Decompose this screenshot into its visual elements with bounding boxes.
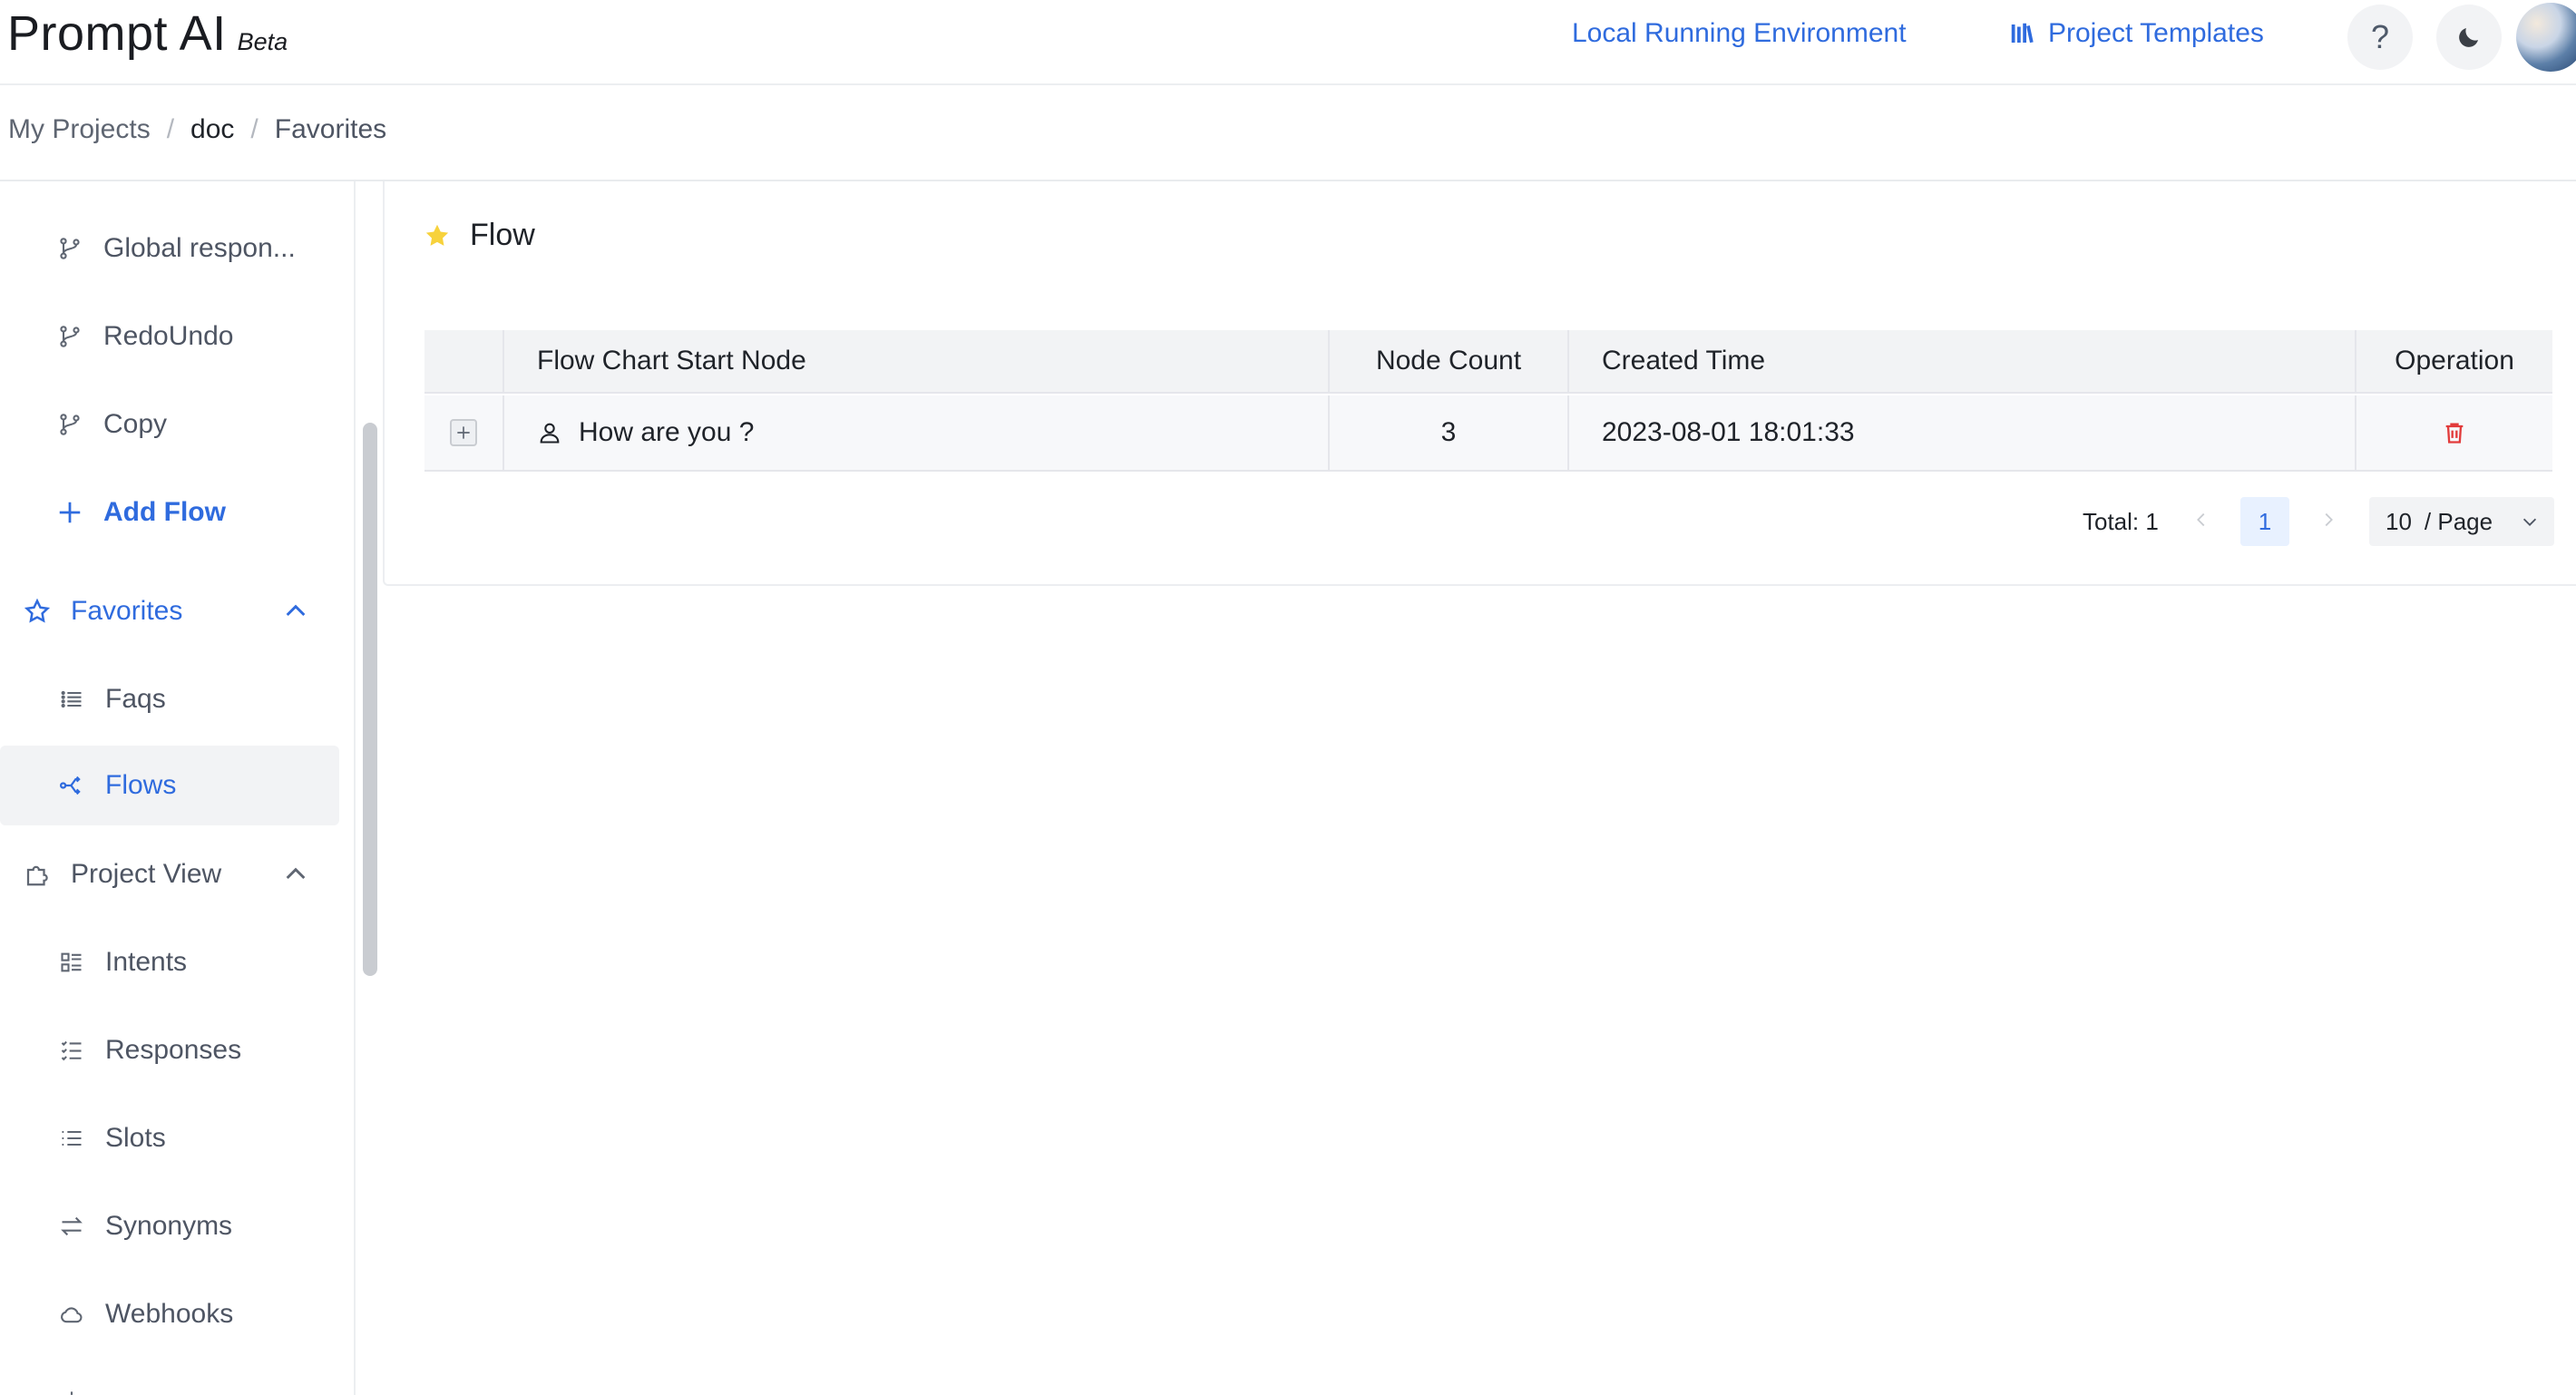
flow-icon: [58, 772, 85, 799]
user-avatar[interactable]: [2516, 3, 2576, 72]
project-templates-link[interactable]: Project Templates: [2008, 18, 2264, 49]
sidebar-group-favorites[interactable]: Favorites: [0, 571, 339, 651]
start-node-text[interactable]: How are you ?: [579, 417, 754, 448]
sidebar-group-project-view[interactable]: Project View: [0, 834, 339, 914]
help-icon: ?: [2370, 18, 2390, 55]
branch-icon: [56, 411, 83, 438]
branch-icon: [56, 235, 83, 262]
page-size-unit: / Page: [2424, 507, 2493, 535]
expand-row-button[interactable]: [450, 419, 477, 446]
sidebar-item-partial[interactable]: [0, 1362, 339, 1395]
sidebar-item-redoundo[interactable]: RedoUndo: [0, 297, 339, 376]
start-node-cell: How are you ?: [504, 395, 1330, 470]
card-title-text: Flow: [470, 218, 535, 252]
breadcrumb-separator: /: [166, 114, 175, 144]
star-outline-icon: [24, 598, 51, 625]
table-row[interactable]: How are you ? 3 2023-08-01 18:01:33: [424, 395, 2552, 472]
local-env-link[interactable]: Local Running Environment: [1572, 18, 1907, 49]
sidebar-item-slots[interactable]: Slots: [0, 1098, 339, 1178]
synonyms-icon: [58, 1213, 85, 1240]
breadcrumb-favorites: Favorites: [274, 114, 387, 144]
gear-icon: [58, 1389, 85, 1395]
sidebar-item-faqs[interactable]: Faqs: [0, 659, 339, 739]
add-flow-label: Add Flow: [103, 497, 226, 527]
column-header: Created Time: [1569, 330, 2356, 392]
pagination-prev-button[interactable]: [2191, 508, 2211, 536]
local-env-label: Local Running Environment: [1572, 18, 1907, 48]
sidebar-item-responses[interactable]: Responses: [0, 1010, 339, 1090]
help-button[interactable]: ?: [2347, 5, 2413, 70]
column-header: Node Count: [1330, 330, 1569, 392]
intents-icon: [58, 949, 85, 976]
puzzle-icon: [24, 861, 51, 888]
sidebar-item-label: Global respon...: [103, 233, 296, 263]
sidebar-item-label: Synonyms: [105, 1211, 233, 1241]
sidebar-item-label: Copy: [103, 409, 168, 439]
sidebar-item-copy[interactable]: Copy: [0, 385, 339, 464]
breadcrumb: My Projects / doc / Favorites: [8, 114, 386, 145]
sidebar-item-webhooks[interactable]: Webhooks: [0, 1274, 339, 1354]
sidebar-group-label: Favorites: [71, 596, 183, 626]
theme-toggle-button[interactable]: [2436, 5, 2502, 70]
library-icon: [2008, 20, 2035, 47]
sidebar-item-label: Intents: [105, 947, 188, 977]
beta-badge: Beta: [237, 28, 288, 55]
chevron-down-icon: [2520, 512, 2540, 532]
moon-icon: [2455, 24, 2483, 51]
slots-icon: [58, 1125, 85, 1152]
sidebar-item-label: Slots: [105, 1123, 166, 1153]
brand[interactable]: Prompt AI Beta: [7, 5, 288, 62]
plus-icon: [56, 499, 83, 526]
sidebar-item-label: Faqs: [105, 684, 166, 714]
breadcrumb-doc[interactable]: doc: [190, 114, 234, 145]
user-icon: [537, 420, 562, 445]
breadcrumb-my-projects[interactable]: My Projects: [8, 114, 151, 145]
expand-column-header: [424, 330, 504, 392]
sidebar: Global respon... RedoUndo Copy Add Flow …: [0, 181, 356, 1395]
cloud-icon: [58, 1301, 85, 1328]
star-filled-icon: [423, 221, 452, 250]
sidebar-scrollbar[interactable]: [363, 423, 377, 976]
operation-cell: [2356, 395, 2552, 470]
top-header: Prompt AI Beta Local Running Environment…: [0, 0, 2576, 85]
project-templates-label: Project Templates: [2048, 18, 2264, 48]
sidebar-item-label: Flows: [105, 770, 177, 800]
page-size-value: 10: [2386, 507, 2412, 535]
sidebar-item-label: RedoUndo: [103, 321, 234, 351]
sidebar-item-intents[interactable]: Intents: [0, 922, 339, 1002]
add-flow-button[interactable]: Add Flow: [0, 473, 339, 552]
sidebar-item-flows[interactable]: Flows: [0, 746, 339, 825]
page-size-select[interactable]: 10 / Page: [2369, 497, 2554, 546]
brand-name: Prompt AI: [7, 6, 227, 61]
sidebar-group-label: Project View: [71, 859, 222, 889]
table-header: Flow Chart Start Node Node Count Created…: [424, 330, 2552, 394]
node-count-cell: 3: [1330, 395, 1569, 470]
pagination-next-button[interactable]: [2318, 508, 2338, 536]
chevron-up-icon[interactable]: [281, 860, 310, 889]
branch-icon: [56, 323, 83, 350]
chevron-up-icon[interactable]: [281, 597, 310, 626]
sidebar-item-global-response[interactable]: Global respon...: [0, 209, 339, 288]
expand-cell: [424, 395, 504, 470]
column-header: Operation: [2395, 346, 2514, 376]
delete-icon[interactable]: [2442, 420, 2467, 445]
sidebar-item-label: Responses: [105, 1035, 242, 1065]
created-time-cell: 2023-08-01 18:01:33: [1569, 395, 2356, 470]
sidebar-item-synonyms[interactable]: Synonyms: [0, 1186, 339, 1266]
column-header: Flow Chart Start Node: [504, 330, 1330, 392]
pagination-total: Total: 1: [2083, 508, 2159, 535]
pagination-page-1[interactable]: 1: [2240, 497, 2289, 546]
responses-icon: [58, 1037, 85, 1064]
card-title: Flow: [423, 218, 535, 253]
sidebar-item-label: Webhooks: [105, 1299, 234, 1329]
breadcrumb-separator: /: [250, 114, 259, 144]
list-icon: [58, 686, 85, 713]
